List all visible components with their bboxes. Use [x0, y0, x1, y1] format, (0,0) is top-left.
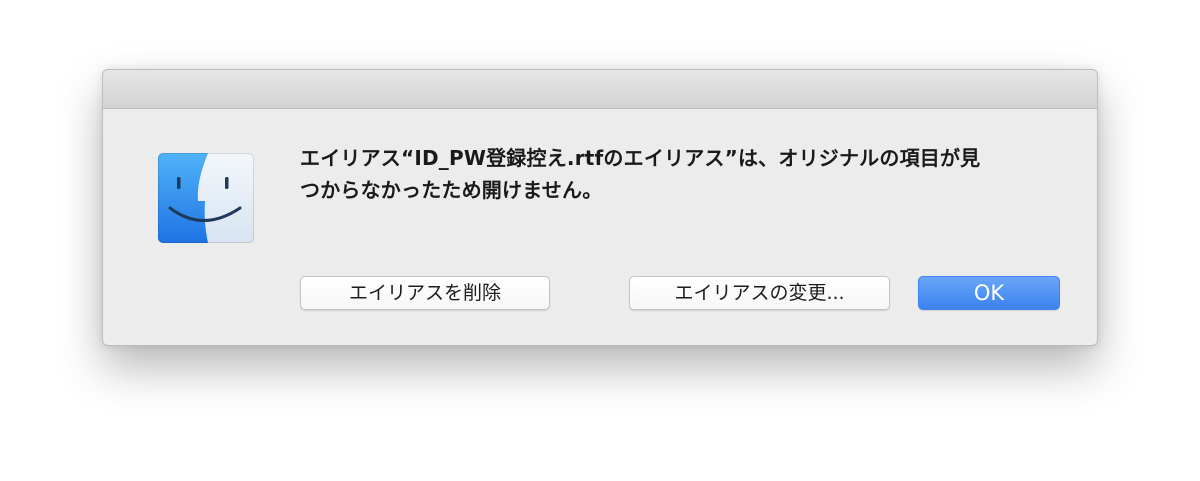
- alert-message: エイリアス“ID_PW登録控え.rtfのエイリアス”は、オリジナルの項目が見 つ…: [300, 142, 1060, 206]
- ok-button[interactable]: OK: [918, 276, 1060, 310]
- alert-dialog: エイリアス“ID_PW登録控え.rtfのエイリアス”は、オリジナルの項目が見 つ…: [102, 69, 1098, 346]
- delete-alias-button[interactable]: エイリアスを削除: [300, 276, 550, 310]
- change-alias-button[interactable]: エイリアスの変更...: [629, 276, 890, 310]
- alert-message-line-2: つからなかったため開けません。: [300, 178, 603, 202]
- finder-icon: [158, 153, 254, 243]
- dialog-titlebar: [103, 70, 1097, 109]
- alert-message-line-1: エイリアス“ID_PW登録控え.rtfのエイリアス”は、オリジナルの項目が見: [300, 146, 981, 170]
